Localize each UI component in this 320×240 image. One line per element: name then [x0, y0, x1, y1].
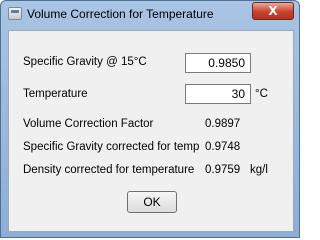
window-title: Volume Correction for Temperature	[27, 7, 214, 21]
density-unit: kg/l	[250, 164, 268, 176]
close-button[interactable]: X	[252, 2, 294, 20]
dialog-content: Specific Gravity @ 15°C 0.9850 Temperatu…	[8, 30, 294, 232]
density-value: 0.9759	[205, 164, 241, 176]
density-label: Density corrected for temperature	[23, 164, 195, 176]
sg-corrected-label: Specific Gravity corrected for temp	[23, 141, 200, 153]
sg-corrected-value: 0.9748	[205, 141, 241, 153]
temperature-input[interactable]: 30	[185, 84, 251, 104]
dialog-window: Volume Correction for Temperature X Spec…	[0, 0, 300, 238]
vcf-value: 0.9897	[205, 118, 241, 130]
temperature-unit: °C	[255, 88, 268, 100]
app-icon	[8, 7, 22, 20]
vcf-label: Volume Correction Factor	[23, 118, 154, 130]
specific-gravity-input[interactable]: 0.9850	[185, 53, 251, 73]
ok-button[interactable]: OK	[127, 191, 177, 213]
title-bar[interactable]: Volume Correction for Temperature X	[1, 1, 299, 27]
temperature-label: Temperature	[23, 88, 88, 100]
specific-gravity-label: Specific Gravity @ 15°C	[23, 56, 147, 68]
